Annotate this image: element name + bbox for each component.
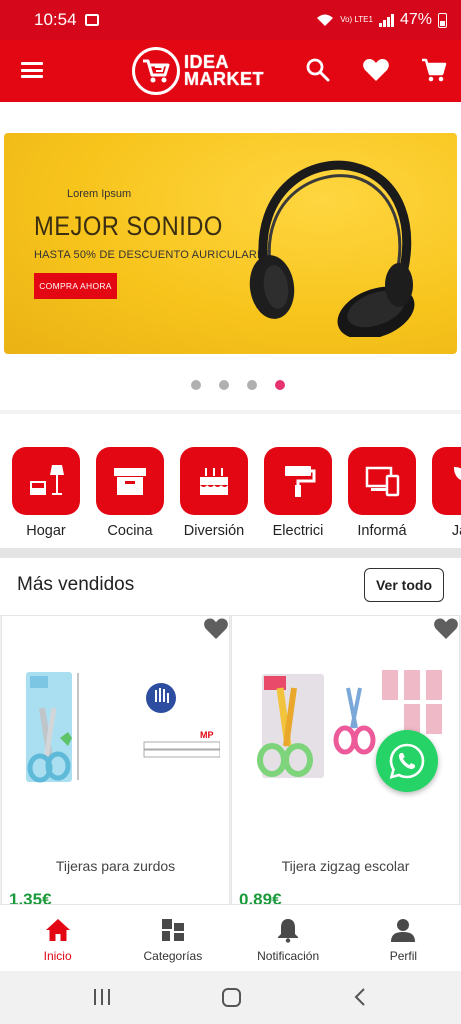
- box-icon: [114, 468, 146, 495]
- carousel-dot-active[interactable]: [274, 380, 285, 390]
- favorite-heart-icon[interactable]: [433, 617, 459, 641]
- category-electricidad[interactable]: Electrici: [263, 447, 333, 539]
- category-label: Informá: [357, 523, 407, 539]
- nav-categorias[interactable]: Categorías: [115, 905, 230, 971]
- category-label: Diversión: [183, 523, 245, 539]
- nav-label: Perfil: [389, 949, 418, 963]
- home-icon: [45, 919, 70, 941]
- promo-banner[interactable]: Lorem Ipsum MEJOR SONIDO HASTA 50% DE DE…: [4, 133, 457, 354]
- product-name: Tijera zigzag escolar: [281, 858, 410, 874]
- category-label: Cocina: [107, 523, 153, 539]
- cake-icon: [200, 468, 228, 495]
- categories-row[interactable]: Hogar Cocina Diversión Electrici Informá…: [0, 414, 461, 548]
- menu-icon[interactable]: [21, 62, 43, 78]
- signal-icon: [378, 13, 394, 27]
- bottom-navigation: Inicio Categorías Notificación Perfil: [0, 904, 461, 971]
- nav-inicio[interactable]: Inicio: [0, 905, 115, 971]
- cart-icon[interactable]: [421, 57, 447, 83]
- nav-label: Inicio: [43, 949, 72, 963]
- category-hogar[interactable]: Hogar: [11, 447, 81, 539]
- product-price: 1,35€: [9, 890, 52, 904]
- battery-icon: [438, 12, 447, 28]
- cart-logo-icon: [132, 47, 180, 95]
- devices-icon: [365, 466, 400, 497]
- bestsellers-section: Más vendidos Ver todo MP Tijeras para zu…: [0, 558, 461, 904]
- category-label: Jard: [451, 523, 461, 539]
- see-all-button[interactable]: Ver todo: [364, 568, 444, 602]
- profile-icon: [391, 919, 416, 942]
- battery-percent: 47%: [399, 11, 432, 28]
- headphones-image: [249, 160, 415, 337]
- category-label: Electrici: [272, 523, 324, 539]
- whatsapp-icon: [389, 743, 425, 779]
- nav-label: Categorías: [143, 949, 203, 963]
- product-image-left-scissors: MP: [26, 672, 220, 783]
- home-furniture-icon: [30, 465, 64, 495]
- divider: [0, 548, 461, 558]
- product-name: Tijeras para zurdos: [55, 858, 176, 874]
- category-diversion[interactable]: Diversión: [179, 447, 249, 539]
- favorite-heart-icon[interactable]: [203, 617, 229, 641]
- status-bar: 10:54 Vo) LTE1 47%: [0, 0, 461, 40]
- system-navigation-bar: [0, 971, 461, 1024]
- app-bar: IDEA MARKET: [0, 40, 461, 102]
- product-price: 0,89€: [239, 890, 282, 904]
- paint-roller-icon: [285, 466, 316, 497]
- back-icon[interactable]: [352, 987, 368, 1007]
- section-title: Más vendidos: [17, 574, 135, 595]
- brand-logo[interactable]: IDEA MARKET: [132, 47, 264, 95]
- category-label: Hogar: [26, 523, 66, 539]
- network-label: Vo) LTE1: [340, 15, 373, 24]
- buy-now-button[interactable]: COMPRA AHORA: [34, 273, 117, 299]
- bell-icon: [278, 919, 299, 943]
- category-cocina[interactable]: Cocina: [95, 447, 165, 539]
- product-card[interactable]: MP Tijeras para zurdos 1,35€: [1, 615, 230, 904]
- svg-text:MP: MP: [200, 730, 214, 740]
- nav-label: Notificación: [257, 949, 320, 963]
- status-time: 10:54: [34, 10, 77, 29]
- carousel-dot[interactable]: [246, 380, 257, 390]
- carousel-dot[interactable]: [218, 380, 229, 390]
- garden-icon: [453, 466, 461, 480]
- nav-notificacion[interactable]: Notificación: [231, 905, 346, 971]
- image-notification-icon: [84, 14, 99, 26]
- nav-perfil[interactable]: Perfil: [346, 905, 461, 971]
- category-jardin[interactable]: Jard: [431, 447, 461, 539]
- search-icon[interactable]: [305, 57, 331, 83]
- category-informatica[interactable]: Informá: [347, 447, 417, 539]
- brand-line2: MARKET: [184, 69, 264, 89]
- favorites-heart-icon[interactable]: [362, 57, 390, 83]
- wifi-icon: [317, 14, 334, 26]
- home-button-icon[interactable]: [221, 987, 243, 1009]
- whatsapp-button[interactable]: [376, 730, 438, 792]
- recent-apps-icon[interactable]: [92, 987, 112, 1007]
- banner-small-text: Lorem Ipsum: [67, 188, 132, 200]
- categories-icon: [161, 919, 184, 941]
- banner-title: MEJOR SONIDO: [34, 211, 223, 241]
- carousel-indicators: [0, 380, 461, 390]
- banner-carousel[interactable]: Lorem Ipsum MEJOR SONIDO HASTA 50% DE DE…: [0, 102, 461, 410]
- carousel-dot[interactable]: [190, 380, 201, 390]
